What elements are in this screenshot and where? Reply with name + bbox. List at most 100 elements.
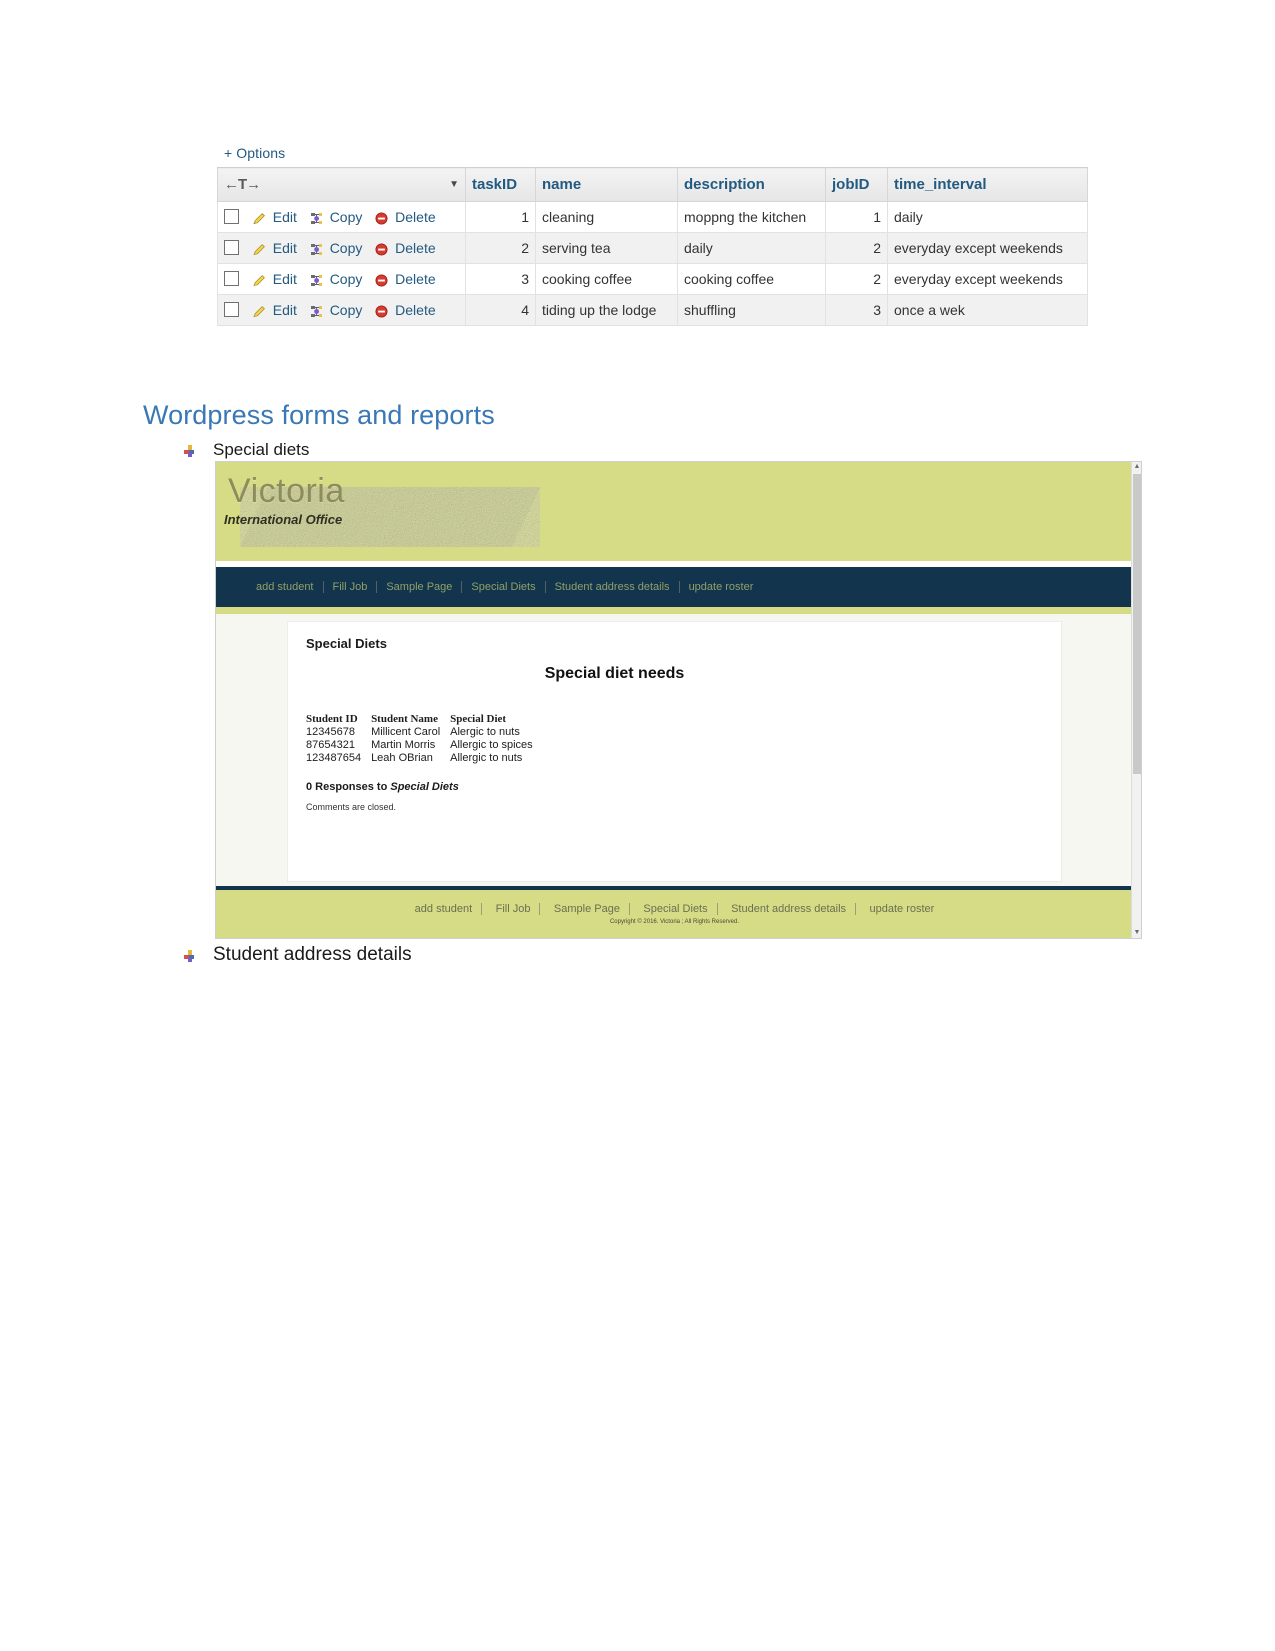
nav-item-update-roster[interactable]: update roster (680, 581, 763, 593)
table-row: 87654321 Martin Morris Allergic to spice… (306, 739, 543, 752)
copy-label[interactable]: Copy (330, 240, 363, 256)
edit-label[interactable]: Edit (273, 209, 297, 225)
cell-taskid: 3 (465, 263, 536, 295)
cell-time-interval: everyday except weekends (887, 263, 1088, 295)
edit-action[interactable]: Edit (253, 209, 301, 225)
post-article: Special Diets Special diet needs Student… (287, 621, 1062, 882)
delete-circle-icon (375, 243, 388, 256)
footer-nav-item-student-address-details[interactable]: Student address details (722, 903, 857, 915)
footer-nav-item-update-roster[interactable]: update roster (861, 903, 944, 915)
sort-arrows[interactable]: ←T→ (224, 176, 261, 193)
delete-action[interactable]: Delete (375, 240, 436, 256)
cell-student-name: Millicent Carol (371, 726, 441, 738)
cell-special-diet: Alergic to nuts (450, 726, 520, 738)
copy-icon (310, 275, 322, 286)
scroll-up-icon[interactable]: ▲ (1133, 463, 1141, 471)
cell-time-interval: daily (887, 201, 1088, 233)
footer-nav-item-add-student[interactable]: add student (405, 903, 483, 915)
edit-label[interactable]: Edit (273, 240, 297, 256)
cell-special-diet: Allergic to nuts (450, 752, 523, 764)
options-toggle[interactable]: + Options (217, 143, 1089, 167)
footer-nav-item-fill-job[interactable]: Fill Job (486, 903, 541, 915)
edit-label[interactable]: Edit (273, 271, 297, 287)
table-row[interactable]: Edit Copy (217, 201, 1088, 233)
nav-item-student-address-details[interactable]: Student address details (546, 581, 680, 593)
column-header-description[interactable]: description (677, 167, 826, 202)
column-header-time-interval[interactable]: time_interval (887, 167, 1088, 202)
scrollbar-thumb[interactable] (1133, 474, 1141, 774)
nav-item-sample-page[interactable]: Sample Page (377, 581, 463, 593)
column-header-taskid[interactable]: taskID (465, 167, 536, 202)
edit-action[interactable]: Edit (253, 302, 301, 318)
delete-label[interactable]: Delete (395, 271, 435, 287)
content-band: Special Diets Special diet needs Student… (216, 607, 1133, 886)
row-checkbox[interactable] (224, 271, 239, 286)
chevron-down-icon[interactable]: ▼ (449, 179, 459, 190)
cell-student-id: 123487654 (306, 752, 362, 764)
table-header-row: ←T→ ▼ taskID name description jobID time… (217, 167, 1088, 202)
cell-time-interval: everyday except weekends (887, 232, 1088, 264)
nav-item-special-diets[interactable]: Special Diets (462, 581, 546, 593)
copy-action[interactable]: Copy (310, 302, 366, 318)
site-title[interactable]: Victoria (228, 472, 345, 511)
sort-controls-header[interactable]: ←T→ ▼ (217, 167, 466, 202)
content-canvas: Special Diets Special diet needs Student… (216, 614, 1133, 886)
delete-label[interactable]: Delete (395, 240, 435, 256)
copy-action[interactable]: Copy (310, 240, 366, 256)
table-row[interactable]: Edit Copy (217, 263, 1088, 295)
row-checkbox[interactable] (224, 240, 239, 255)
footer-nav-item-sample-page[interactable]: Sample Page (544, 903, 630, 915)
bullet-marker-icon (183, 443, 197, 457)
table-row-clipped (217, 325, 1088, 358)
column-header-student-name: Student Name (371, 713, 438, 725)
page-title: Wordpress forms and reports (143, 400, 495, 430)
copy-label[interactable]: Copy (330, 302, 363, 318)
copy-icon (310, 244, 322, 255)
row-checkbox[interactable] (224, 209, 239, 224)
copy-action[interactable]: Copy (310, 209, 366, 225)
vertical-scrollbar[interactable]: ▲ ▼ (1131, 462, 1141, 938)
table-row: 123487654 Leah OBrian Allergic to nuts (306, 752, 543, 765)
table-body: 12345678 Millicent Carol Alergic to nuts… (306, 726, 543, 765)
column-header-jobid[interactable]: jobID (825, 167, 888, 202)
cell-jobid: 2 (825, 263, 888, 295)
column-header-name[interactable]: name (535, 167, 678, 202)
delete-action[interactable]: Delete (375, 302, 436, 318)
edit-action[interactable]: Edit (253, 271, 301, 287)
bullet-marker-icon (183, 947, 197, 962)
row-actions-cell: Edit Copy Delete (217, 232, 466, 264)
copy-action[interactable]: Copy (310, 271, 366, 287)
copy-label[interactable]: Copy (330, 209, 363, 225)
nav-item-add-student[interactable]: add student (247, 581, 324, 593)
responses-heading: 0 Responses to Special Diets (306, 781, 1043, 793)
edit-action[interactable]: Edit (253, 240, 301, 256)
pencil-icon (253, 213, 265, 224)
cell-time-interval: once a wek (887, 294, 1088, 326)
delete-action[interactable]: Delete (375, 271, 436, 287)
list-item-label: Student address details (213, 944, 412, 965)
row-actions-cell: Edit Copy Delete (217, 263, 466, 295)
table-row[interactable]: Edit Copy (217, 232, 1088, 264)
cell-taskid: 1 (465, 201, 536, 233)
pencil-icon (253, 275, 265, 286)
special-diets-table: Student ID Student Name Special Diet 123… (306, 713, 543, 765)
site-header: Victoria International Office (216, 462, 1133, 561)
delete-label[interactable]: Delete (395, 302, 435, 318)
delete-label[interactable]: Delete (395, 209, 435, 225)
footer-nav-item-special-diets[interactable]: Special Diets (634, 903, 718, 915)
copy-label[interactable]: Copy (330, 271, 363, 287)
row-checkbox[interactable] (224, 302, 239, 317)
cell-jobid: 3 (825, 294, 888, 326)
cell-name: tiding up the lodge (535, 294, 678, 326)
table-row[interactable]: Edit Copy (217, 294, 1088, 326)
delete-action[interactable]: Delete (375, 209, 436, 225)
phpmyadmin-screenshot: + Options ←T→ ▼ taskID name description … (217, 143, 1089, 358)
scroll-down-icon[interactable]: ▼ (1133, 929, 1141, 937)
delete-circle-icon (375, 305, 388, 318)
edit-label[interactable]: Edit (273, 302, 297, 318)
cell-student-name: Leah OBrian (371, 752, 433, 764)
cell-description: shuffling (677, 294, 826, 326)
nav-item-fill-job[interactable]: Fill Job (324, 581, 378, 593)
site-tagline: International Office (224, 512, 343, 527)
copy-icon (310, 213, 322, 224)
